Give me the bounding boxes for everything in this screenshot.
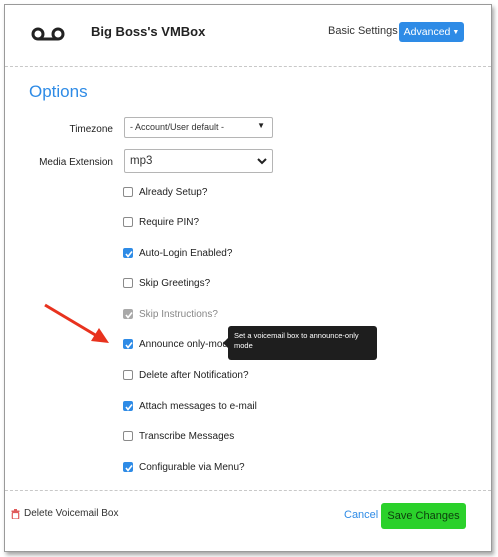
caret-down-icon: ▼ [452,29,460,36]
caret-down-icon: ▼ [257,121,265,130]
checkbox-label: Already Setup? [139,186,208,198]
save-changes-button[interactable]: Save Changes [381,503,466,529]
advanced-label: Advanced [403,26,451,38]
checkbox-label: Configurable via Menu? [139,461,245,473]
checkbox[interactable] [123,401,133,411]
announce-only-tooltip: Set a voicemail box to announce-only mod… [223,326,377,360]
checkbox[interactable] [123,278,133,288]
checkbox-label: Require PIN? [139,216,200,228]
checkbox[interactable] [123,217,133,227]
delete-label: Delete Voicemail Box [24,508,119,519]
delete-voicemail-box-link[interactable]: Delete Voicemail Box [11,508,119,519]
check-icon [125,342,133,349]
check-icon [125,404,133,411]
checkbox-label: Skip Greetings? [139,277,211,289]
checkbox-label: Attach messages to e-mail [139,400,257,412]
checkbox-label: Announce only-mode [139,338,234,350]
cancel-button[interactable]: Cancel [344,509,378,521]
checkbox[interactable] [123,339,133,349]
checkbox-delete-after-notification[interactable]: Delete after Notification? [123,368,249,382]
advanced-dropdown-button[interactable]: Advanced ▼ [399,22,464,42]
checkbox[interactable] [123,370,133,380]
checkbox[interactable] [123,248,133,258]
checkbox-skip-instructions: Skip Instructions? [123,307,218,321]
chevron-down-icon [257,158,267,165]
checkbox-configurable-via-menu[interactable]: Configurable via Menu? [123,460,245,474]
checkbox[interactable] [123,187,133,197]
checkbox-attach-messages[interactable]: Attach messages to e-mail [123,399,257,413]
checkbox-skip-greetings[interactable]: Skip Greetings? [123,276,210,290]
vmbox-dialog: Big Boss's VMBox Basic Settings Advanced… [4,4,492,552]
checkbox-label: Auto-Login Enabled? [139,247,233,259]
checkbox-transcribe-messages[interactable]: Transcribe Messages [123,429,234,443]
voicemail-icon [31,27,65,41]
checkbox [123,309,133,319]
checkbox[interactable] [123,431,133,441]
basic-settings-link[interactable]: Basic Settings [328,25,398,37]
timezone-select[interactable]: - Account/User default - ▼ [124,117,273,138]
check-icon [125,312,133,319]
media-extension-label: Media Extension [39,157,113,168]
checkbox-already-setup[interactable]: Already Setup? [123,185,207,199]
dialog-title: Big Boss's VMBox [91,24,206,39]
tooltip-text: Set a voicemail box to announce-only mod… [234,331,359,350]
timezone-label: Timezone [69,124,113,135]
check-icon [125,465,133,472]
checkbox-label: Delete after Notification? [139,369,249,381]
red-arrow [44,303,109,343]
media-extension-value: mp3 [130,155,153,167]
dialog-footer: Delete Voicemail Box Cancel Save Changes [5,490,491,551]
section-title: Options [29,82,88,101]
check-icon [125,251,133,258]
checkbox[interactable] [123,462,133,472]
dialog-header: Big Boss's VMBox Basic Settings Advanced… [5,5,491,67]
timezone-value: - Account/User default - [130,122,225,132]
checkbox-auto-login[interactable]: Auto-Login Enabled? [123,246,232,260]
trash-icon [11,508,20,519]
checkbox-require-pin[interactable]: Require PIN? [123,215,199,229]
checkbox-announce-only[interactable]: Announce only-mode [123,337,234,351]
tooltip-pointer [223,338,228,348]
media-extension-select[interactable]: mp3 [124,149,273,173]
checkbox-label: Transcribe Messages [139,430,235,442]
checkbox-label: Skip Instructions? [139,308,218,320]
